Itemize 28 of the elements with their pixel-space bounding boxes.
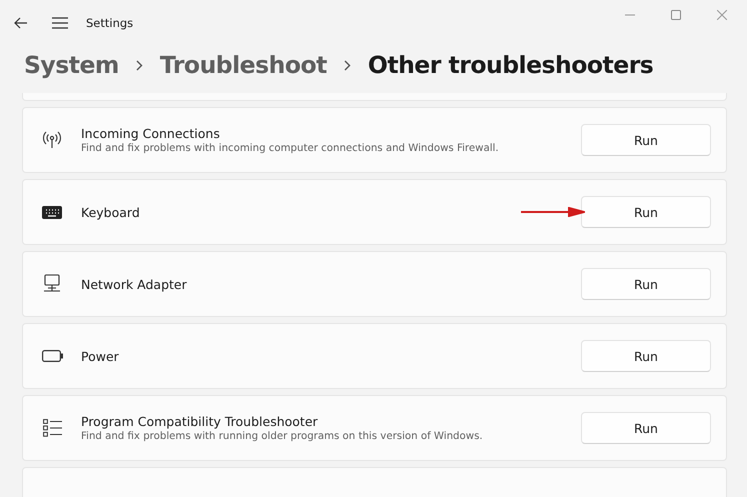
troubleshooter-description: Find and fix problems with incoming computer connections and Windows Firewall. xyxy=(81,143,500,154)
page-title: Other troubleshooters xyxy=(368,51,654,79)
troubleshooter-title: Network Adapter xyxy=(81,276,188,292)
battery-icon xyxy=(42,350,62,362)
window-title: Settings xyxy=(86,16,134,30)
menu-icon[interactable] xyxy=(52,17,68,29)
troubleshooter-title: Power xyxy=(81,348,120,364)
list-icon xyxy=(42,419,62,437)
troubleshooter-title: Program Compatibility Troubleshooter xyxy=(81,414,319,429)
troubleshooter-title: Keyboard xyxy=(81,204,141,220)
run-button[interactable]: Run xyxy=(581,340,711,372)
close-icon[interactable] xyxy=(717,10,727,20)
troubleshooter-description: Find and fix problems with running older programs on this version of Windows. xyxy=(81,431,484,442)
minimize-icon[interactable] xyxy=(625,14,635,16)
run-button[interactable]: Run xyxy=(581,196,711,228)
run-button[interactable]: Run xyxy=(581,124,711,156)
chevron-icon xyxy=(344,60,351,70)
maximize-icon[interactable] xyxy=(671,10,681,20)
troubleshooter-title: Incoming Connections xyxy=(81,126,221,141)
monitor-icon xyxy=(42,274,62,294)
back-arrow-icon[interactable] xyxy=(14,17,28,29)
run-button[interactable]: Run xyxy=(581,412,711,444)
breadcrumb-link[interactable]: Troubleshoot xyxy=(160,51,327,79)
run-button[interactable]: Run xyxy=(581,268,711,300)
antenna-icon xyxy=(42,131,62,149)
breadcrumb-link[interactable]: System xyxy=(24,51,119,79)
keyboard-icon xyxy=(42,206,62,218)
chevron-icon xyxy=(136,60,143,70)
